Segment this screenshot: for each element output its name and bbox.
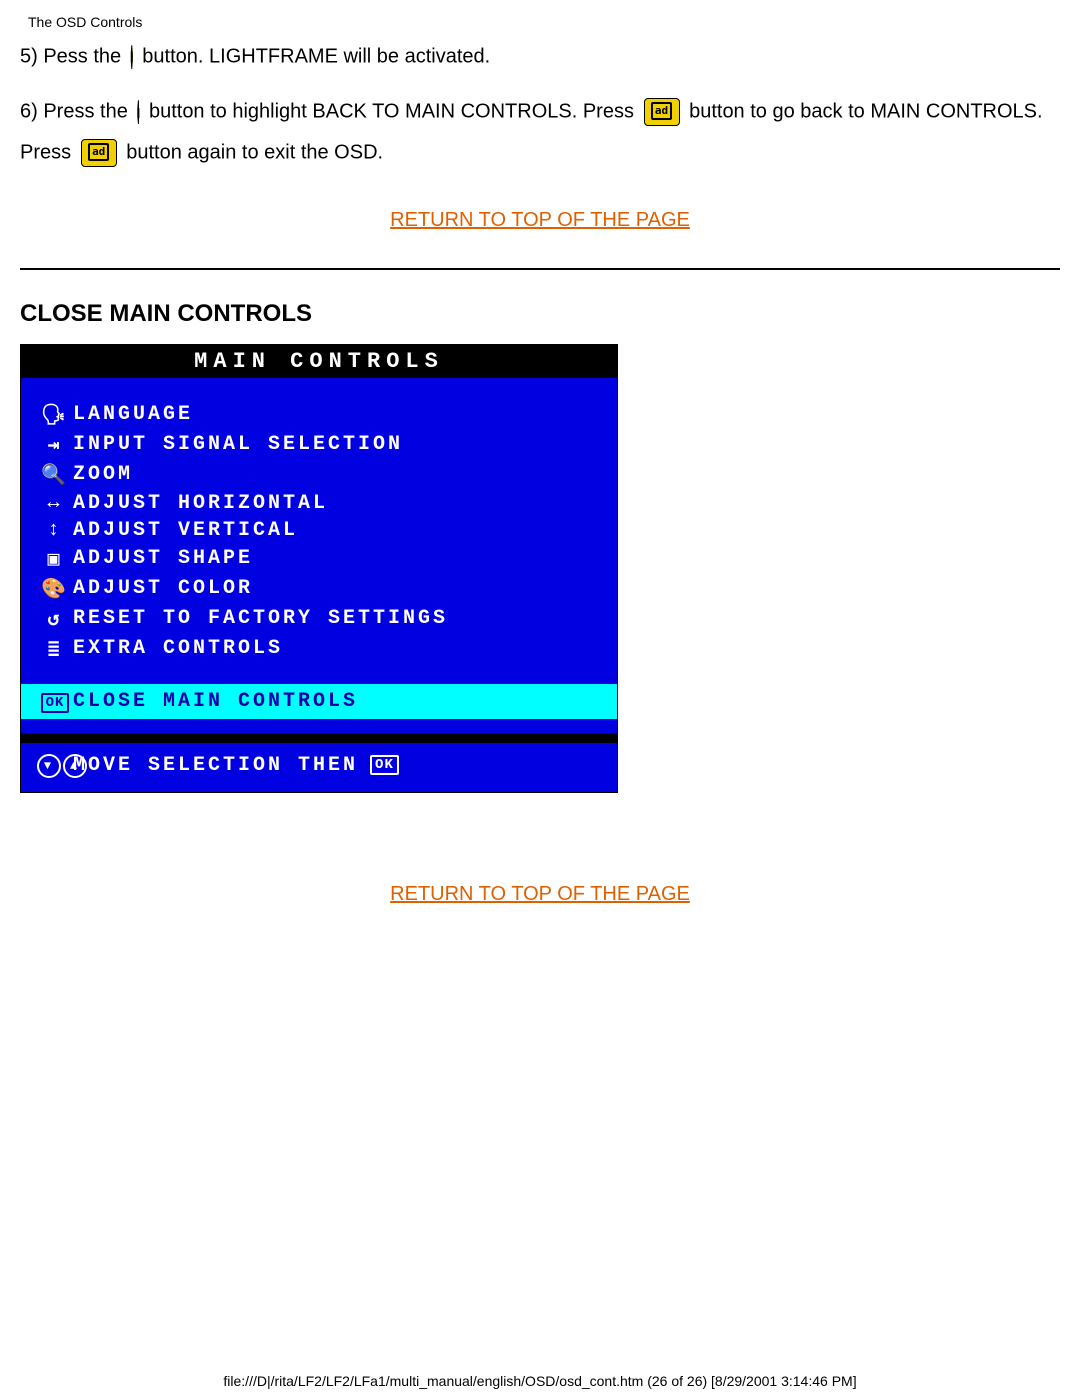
return-to-top-link[interactable]: RETURN TO TOP OF THE PAGE bbox=[390, 209, 690, 231]
right-arrow-icon bbox=[131, 36, 133, 77]
step-6-text-d: button again to exit the OSD. bbox=[126, 142, 383, 164]
osd-divider bbox=[21, 733, 617, 743]
return-to-top-link[interactable]: RETURN TO TOP OF THE PAGE bbox=[390, 883, 690, 905]
section-heading-close: CLOSE MAIN CONTROLS bbox=[20, 300, 1060, 328]
osd-item-label: ZOOM bbox=[73, 463, 133, 486]
osd-item-label: RESET TO FACTORY SETTINGS bbox=[73, 607, 448, 630]
osd-item-close-highlighted: OK CLOSE MAIN CONTROLS bbox=[21, 684, 617, 719]
step-5-text-b: button. LIGHTFRAME will be activated. bbox=[142, 46, 490, 68]
section-divider bbox=[20, 268, 1060, 270]
osd-item-label: EXTRA CONTROLS bbox=[73, 637, 283, 660]
osd-item-input-signal: ⇥ INPUT SIGNAL SELECTION bbox=[37, 430, 601, 460]
osd-item-reset-factory: ↺ RESET TO FACTORY SETTINGS bbox=[37, 604, 601, 634]
ok-icon: OK bbox=[370, 755, 399, 775]
page-footer-path: file:///D|/rita/LF2/LF2/LFa1/multi_manua… bbox=[0, 1373, 1080, 1389]
osd-item-label: ADJUST HORIZONTAL bbox=[73, 492, 328, 515]
updown-icon: ▼▲ bbox=[37, 753, 73, 778]
ok-button-icon: ad bbox=[644, 98, 680, 126]
ok-button-icon: ad bbox=[81, 139, 117, 167]
osd-item-label: CLOSE MAIN CONTROLS bbox=[73, 690, 358, 713]
osd-footer: ▼▲ MOVE SELECTION THEN OK bbox=[21, 743, 617, 792]
osd-menu-body: 🗣 LANGUAGE ⇥ INPUT SIGNAL SELECTION 🔍 ZO… bbox=[21, 378, 617, 733]
step-6-text-b: button to highlight BACK TO MAIN CONTROL… bbox=[149, 101, 634, 123]
osd-item-label: ADJUST COLOR bbox=[73, 577, 253, 600]
step-5-text-a: 5) Pess the bbox=[20, 46, 121, 68]
reset-icon: ↺ bbox=[37, 606, 73, 632]
osd-screenshot: MAIN CONTROLS 🗣 LANGUAGE ⇥ INPUT SIGNAL … bbox=[20, 344, 618, 793]
step-6-text-a: 6) Press the bbox=[20, 101, 128, 123]
osd-item-language: 🗣 LANGUAGE bbox=[37, 400, 601, 430]
shape-icon: ▣ bbox=[37, 546, 73, 572]
osd-title: MAIN CONTROLS bbox=[21, 345, 617, 378]
input-icon: ⇥ bbox=[37, 432, 73, 458]
color-icon: 🎨 bbox=[37, 576, 73, 602]
osd-item-extra-controls: ≣ EXTRA CONTROLS bbox=[37, 634, 601, 664]
language-icon: 🗣 bbox=[37, 402, 73, 428]
horizontal-icon: ↔ bbox=[37, 492, 73, 515]
extra-icon: ≣ bbox=[37, 636, 73, 662]
osd-item-label: ADJUST SHAPE bbox=[73, 547, 253, 570]
step-6: 6) Press the button to highlight BACK TO… bbox=[20, 91, 1060, 173]
step-5: 5) Pess the button. LIGHTFRAME will be a… bbox=[20, 36, 1060, 77]
osd-item-label: ADJUST VERTICAL bbox=[73, 519, 298, 542]
page-header: The OSD Controls bbox=[28, 14, 1060, 30]
osd-item-adjust-horizontal: ↔ ADJUST HORIZONTAL bbox=[37, 490, 601, 517]
down-arrow-icon bbox=[137, 91, 139, 132]
vertical-icon: ↕ bbox=[37, 519, 73, 542]
osd-item-adjust-color: 🎨 ADJUST COLOR bbox=[37, 574, 601, 604]
osd-item-label: LANGUAGE bbox=[73, 403, 193, 426]
osd-item-label: INPUT SIGNAL SELECTION bbox=[73, 433, 403, 456]
osd-item-adjust-shape: ▣ ADJUST SHAPE bbox=[37, 544, 601, 574]
osd-footer-text: MOVE SELECTION THEN bbox=[73, 754, 358, 777]
ok-icon: OK bbox=[37, 690, 73, 713]
osd-item-adjust-vertical: ↕ ADJUST VERTICAL bbox=[37, 517, 601, 544]
zoom-icon: 🔍 bbox=[37, 462, 73, 488]
osd-item-zoom: 🔍 ZOOM bbox=[37, 460, 601, 490]
